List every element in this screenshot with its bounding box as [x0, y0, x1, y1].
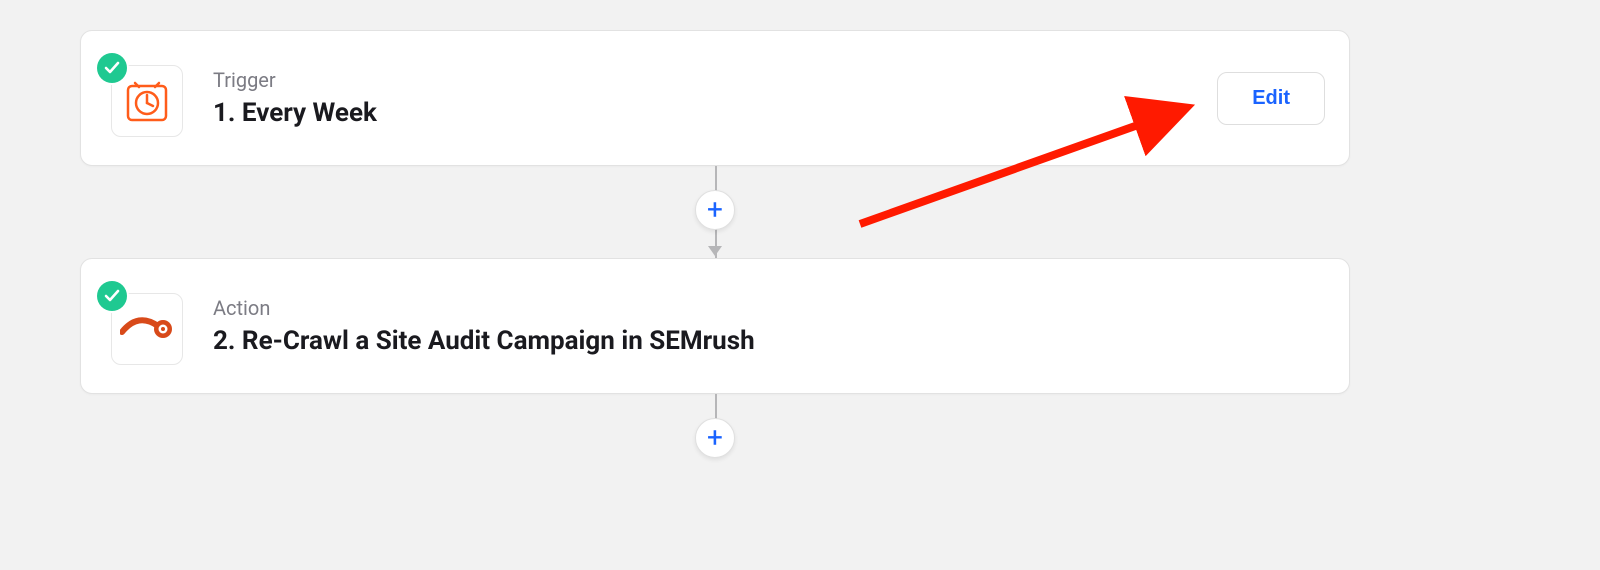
step-type-label: Action — [213, 296, 1325, 320]
check-icon — [103, 59, 121, 77]
step-icon-wrap — [101, 287, 185, 365]
edit-button[interactable]: Edit — [1217, 72, 1325, 125]
step-icon-wrap — [101, 59, 185, 137]
step-text: Trigger 1. Every Week — [213, 68, 1217, 128]
step-text: Action 2. Re-Crawl a Site Audit Campaign… — [213, 296, 1325, 356]
check-icon — [103, 287, 121, 305]
status-success-icon — [97, 281, 127, 311]
add-step-button[interactable]: + — [695, 190, 735, 230]
step-title: 2. Re-Crawl a Site Audit Campaign in SEM… — [213, 326, 1325, 356]
step-type-label: Trigger — [213, 68, 1217, 92]
plus-icon: + — [707, 424, 723, 452]
step-card-action[interactable]: Action 2. Re-Crawl a Site Audit Campaign… — [80, 258, 1350, 394]
workflow-canvas: Trigger 1. Every Week Edit + — [0, 0, 1600, 570]
step-card-trigger[interactable]: Trigger 1. Every Week Edit — [80, 30, 1350, 166]
semrush-logo-icon — [120, 316, 174, 342]
arrow-down-icon — [708, 246, 722, 256]
add-step-button[interactable]: + — [695, 418, 735, 458]
status-success-icon — [97, 53, 127, 83]
clock-icon — [125, 79, 169, 123]
step-title: 1. Every Week — [213, 98, 1217, 128]
plus-icon: + — [707, 196, 723, 224]
